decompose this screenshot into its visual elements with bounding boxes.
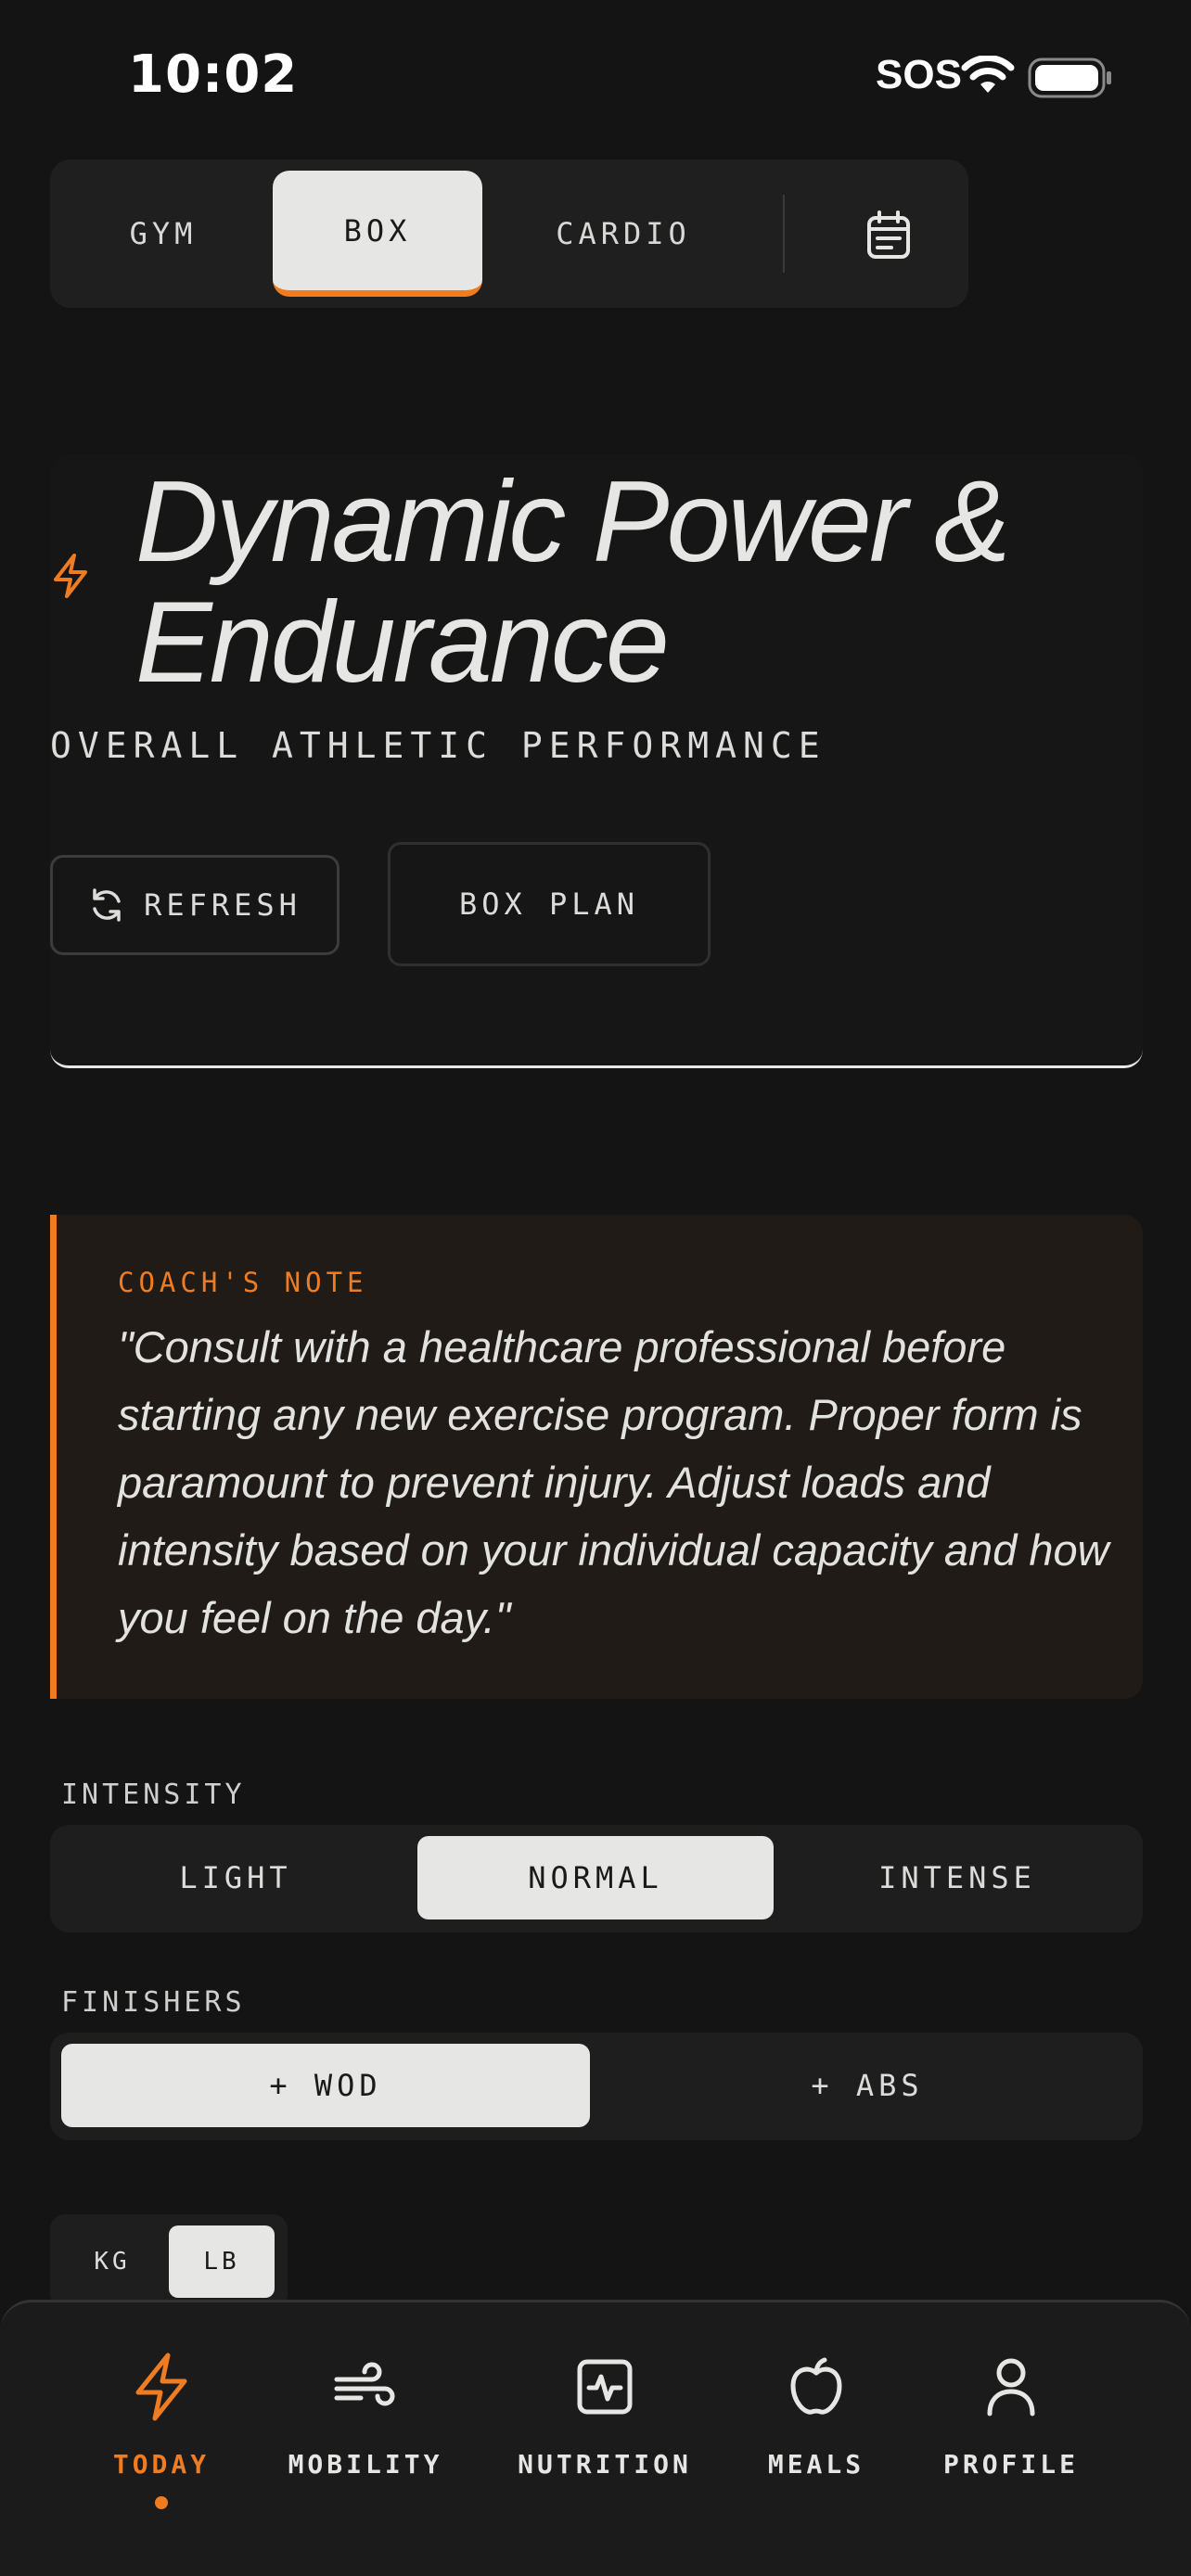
tab-divider: [783, 195, 785, 273]
nav-nutrition[interactable]: NUTRITION: [512, 2347, 698, 2523]
tab-gym[interactable]: GYM: [70, 171, 256, 297]
calendar-icon: [867, 210, 910, 259]
refresh-button[interactable]: REFRESH: [50, 855, 339, 955]
bottom-navigation: TODAY MOBILITY NUTRITION MEALS PROFILE: [0, 2300, 1191, 2576]
finishers-selector: + WOD + ABS: [50, 2033, 1143, 2140]
nav-meals[interactable]: MEALS: [724, 2347, 909, 2523]
wifi-icon: [961, 56, 1015, 93]
unit-toggle: KG LB: [50, 2214, 288, 2309]
nav-meals-label: MEALS: [767, 2449, 865, 2480]
nav-profile-label: PROFILE: [942, 2449, 1079, 2480]
active-indicator-dot: [155, 2496, 168, 2509]
finisher-abs[interactable]: + ABS: [603, 2044, 1132, 2127]
coach-note-card: COACH'S NOTE "Consult with a healthcare …: [50, 1215, 1143, 1699]
nav-today[interactable]: TODAY: [69, 2347, 254, 2523]
workout-subtitle: OVERALL ATHLETIC PERFORMANCE: [50, 725, 826, 766]
activity-monitor-icon: [577, 2359, 633, 2415]
calendar-button[interactable]: [848, 197, 929, 274]
apple-icon: [790, 2357, 842, 2415]
workout-title: Dynamic Power & Endurance: [135, 458, 1010, 707]
refresh-label: REFRESH: [144, 887, 301, 923]
refresh-icon: [93, 888, 121, 922]
sos-indicator: SOS: [876, 52, 962, 97]
workout-type-tabs: GYM BOX CARDIO: [50, 159, 968, 308]
workout-hero-card: Dynamic Power & Endurance OVERALL ATHLET…: [50, 454, 1143, 1068]
bolt-icon: [54, 554, 87, 598]
tab-box[interactable]: BOX: [273, 171, 482, 297]
bolt-icon: [135, 2353, 187, 2421]
status-bar: 10:02 SOS: [0, 0, 1191, 158]
unit-kg[interactable]: KG: [59, 2225, 165, 2298]
nav-nutrition-label: NUTRITION: [518, 2449, 692, 2480]
wind-icon: [334, 2362, 395, 2406]
intensity-light[interactable]: LIGHT: [61, 1836, 410, 1919]
nav-profile[interactable]: PROFILE: [918, 2347, 1104, 2523]
box-plan-button[interactable]: BOX PLAN: [388, 842, 711, 966]
finishers-label: FINISHERS: [61, 1986, 246, 2019]
battery-icon: [1028, 57, 1111, 98]
user-icon: [987, 2358, 1035, 2417]
tab-cardio[interactable]: CARDIO: [503, 171, 744, 297]
intensity-label: INTENSITY: [61, 1779, 246, 1811]
nav-mobility-label: MOBILITY: [288, 2449, 443, 2480]
unit-lb[interactable]: LB: [169, 2225, 275, 2298]
intensity-normal[interactable]: NORMAL: [417, 1836, 774, 1919]
nav-today-label: TODAY: [112, 2449, 211, 2480]
nav-mobility[interactable]: MOBILITY: [273, 2347, 458, 2523]
finisher-wod[interactable]: + WOD: [61, 2044, 590, 2127]
coach-note-text: "Consult with a healthcare professional …: [118, 1322, 1109, 1642]
coach-note-label: COACH'S NOTE: [118, 1267, 368, 1298]
intensity-selector: LIGHT NORMAL INTENSE: [50, 1825, 1143, 1932]
intensity-intense[interactable]: INTENSE: [783, 1836, 1132, 1919]
status-time: 10:02: [128, 45, 299, 105]
